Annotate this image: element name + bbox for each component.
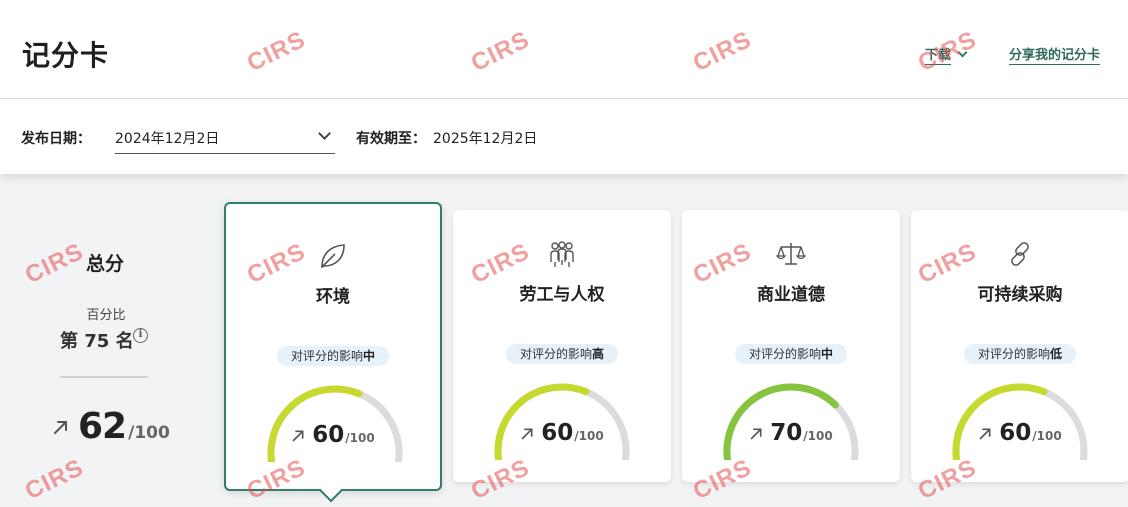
card-score: 60 /100 [453,420,671,446]
impact-badge: 对评分的影响中 [734,344,848,364]
card-title: 可持续采购 [977,285,1063,305]
card-score: 60 /100 [911,420,1128,446]
impact-prefix: 对评分的影响 [748,347,821,361]
impact-badge: 对评分的影响低 [963,344,1077,364]
valid-until-value: 2025年12月2日 [433,131,538,147]
card-score-value: 70 [770,420,803,446]
filter-bar: 发布日期： 2024年12月2日 有效期至： 2025年12月2日 [0,99,1128,174]
percentile-label: 百分比 [86,308,126,323]
category-card-sustainable-procurement[interactable]: 可持续采购 对评分的影响低 60 /100 [911,210,1128,482]
score-gauge [952,383,1088,460]
leaf-icon [321,244,345,269]
share-scorecard-link[interactable]: 分享我的记分卡 [1009,44,1101,65]
page-title: 记分卡 [22,39,110,72]
chain-link-icon [1011,242,1029,266]
card-score-denominator: /100 [1032,429,1062,443]
category-card-business-ethics[interactable]: 商业道德 对评分的影响中 70 /100 [682,210,900,482]
impact-level: 高 [592,347,605,361]
issue-date-label: 发布日期： [21,131,91,147]
overall-score-value: 62 [78,406,127,447]
issue-date-select[interactable]: 2024年12月2日 [115,121,335,154]
impact-prefix: 对评分的影响 [977,347,1050,361]
overall-score: 62 /100 [52,406,170,447]
chevron-down-icon [957,47,968,58]
arrow-up-right-icon [521,428,533,439]
score-gauge [494,383,630,460]
chevron-down-icon [318,127,331,140]
download-label: 下载 [925,44,952,65]
impact-level: 低 [1050,347,1063,361]
scales-icon [776,243,806,265]
impact-badge: 对评分的影响中 [276,346,390,366]
card-score: 60 /100 [226,422,440,448]
arrow-up-right-icon [292,430,304,441]
card-title: 劳工与人权 [519,285,605,305]
divider [60,376,148,378]
scorecard-main: 总分 百分比 第 75 名 i 62 /100 环境 对评分的影响中 60 /1… [0,174,1128,507]
card-score-denominator: /100 [803,429,833,443]
category-card-environment[interactable]: 环境 对评分的影响中 60 /100 [224,202,442,503]
overall-title: 总分 [86,253,125,275]
card-score-value: 60 [999,420,1032,446]
impact-prefix: 对评分的影响 [290,349,363,363]
impact-badge: 对评分的影响高 [505,344,619,364]
people-group-icon [550,241,574,267]
selected-caret [319,479,343,503]
card-score: 70 /100 [682,420,900,446]
info-icon[interactable]: i [133,328,148,343]
overall-score-denominator: /100 [128,423,170,443]
arrow-up-right-icon [979,428,991,439]
impact-prefix: 对评分的影响 [519,347,592,361]
arrow-up-right-icon [54,420,67,434]
impact-level: 中 [821,347,834,361]
percentile-value: 第 75 名 [60,331,134,352]
issue-date-value: 2024年12月2日 [115,131,220,147]
card-score-denominator: /100 [345,431,375,445]
card-score-denominator: /100 [574,429,604,443]
download-button[interactable]: 下载 [925,44,968,65]
page-header: 记分卡 下载 分享我的记分卡 [0,0,1128,99]
category-card-labor-human-rights[interactable]: 劳工与人权 对评分的影响高 60 /100 [453,210,671,482]
arrow-up-right-icon [750,428,762,439]
score-gauge [267,385,403,462]
card-score-value: 60 [541,420,574,446]
score-gauge [723,383,859,460]
valid-until-label: 有效期至： [356,131,426,147]
card-score-value: 60 [312,422,345,448]
overall-score-panel: 总分 百分比 第 75 名 i 62 /100 [0,174,215,507]
card-title: 环境 [316,287,350,307]
card-title: 商业道德 [757,285,825,305]
impact-level: 中 [363,349,376,363]
